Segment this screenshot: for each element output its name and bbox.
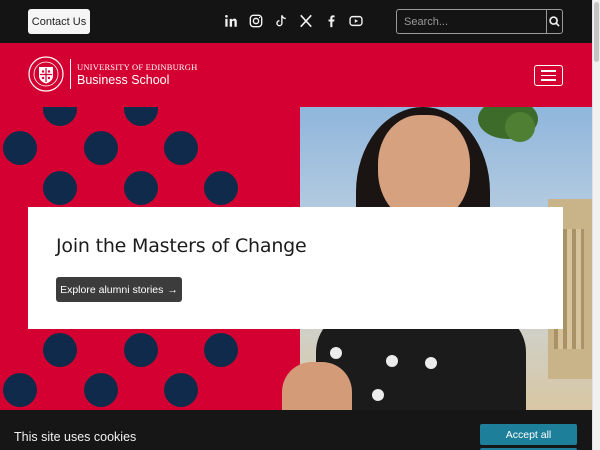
hero-button-label: Explore alumni stories	[60, 283, 164, 296]
x-icon[interactable]	[299, 14, 313, 28]
pattern-dot	[124, 171, 158, 205]
arrow-right-icon: →	[167, 283, 178, 296]
linkedin-icon[interactable]	[224, 14, 238, 28]
hamburger-icon	[541, 70, 556, 72]
search-box	[396, 9, 563, 34]
youtube-icon[interactable]	[349, 14, 363, 28]
cookie-banner: This site uses cookies Accept all	[0, 410, 592, 450]
pattern-dot	[164, 373, 198, 407]
logo-school-name: Business School	[77, 72, 170, 87]
social-links	[224, 12, 363, 30]
pattern-dot	[204, 171, 238, 205]
search-input[interactable]	[397, 10, 546, 33]
hero-banner: Join the Masters of Change Explore alumn…	[0, 107, 592, 410]
hero-photo-tree	[505, 112, 535, 142]
pattern-dot	[164, 131, 198, 165]
hero-card: Join the Masters of Change Explore alumn…	[28, 207, 563, 329]
facebook-icon[interactable]	[324, 14, 338, 28]
logo-university-name: UNIVERSITY OF EDINBURGH	[77, 61, 198, 72]
site-header: UNIVERSITY OF EDINBURGH Business School	[0, 43, 592, 107]
pattern-dot	[204, 333, 238, 367]
contact-us-button[interactable]: Contact Us	[28, 9, 90, 34]
logo-text: UNIVERSITY OF EDINBURGH Business School	[77, 62, 197, 87]
tiktok-icon[interactable]	[274, 14, 288, 28]
instagram-icon[interactable]	[249, 14, 263, 28]
pattern-dot	[84, 131, 118, 165]
pattern-dot	[124, 107, 158, 126]
university-crest-icon	[28, 56, 64, 92]
accept-all-cookies-button[interactable]: Accept all	[480, 424, 577, 445]
hero-photo-flower	[386, 355, 398, 367]
hero-photo-flower	[425, 357, 437, 369]
pattern-dot	[43, 333, 77, 367]
search-icon	[549, 16, 560, 27]
hero-photo-flower	[330, 347, 342, 359]
hero-title: Join the Masters of Change	[56, 235, 307, 257]
search-button[interactable]	[546, 10, 562, 33]
menu-toggle-button[interactable]	[534, 65, 563, 86]
logo-divider	[70, 59, 71, 89]
pattern-dot	[3, 131, 37, 165]
pattern-dot	[43, 107, 77, 126]
pattern-dot	[3, 373, 37, 407]
pattern-dot	[84, 373, 118, 407]
scrollbar-thumb[interactable]	[594, 2, 599, 62]
hero-photo-person-arm	[282, 362, 352, 410]
pattern-dot	[124, 333, 158, 367]
page-scrollbar[interactable]	[592, 0, 600, 450]
hero-photo-flower	[372, 389, 384, 401]
explore-alumni-stories-button[interactable]: Explore alumni stories →	[56, 277, 182, 302]
cookie-message: This site uses cookies	[14, 430, 137, 444]
hamburger-icon	[541, 79, 556, 81]
site-logo[interactable]: UNIVERSITY OF EDINBURGH Business School	[28, 56, 197, 92]
top-utility-bar: Contact Us	[0, 0, 592, 43]
pattern-dot	[43, 171, 77, 205]
hamburger-icon	[541, 74, 556, 77]
